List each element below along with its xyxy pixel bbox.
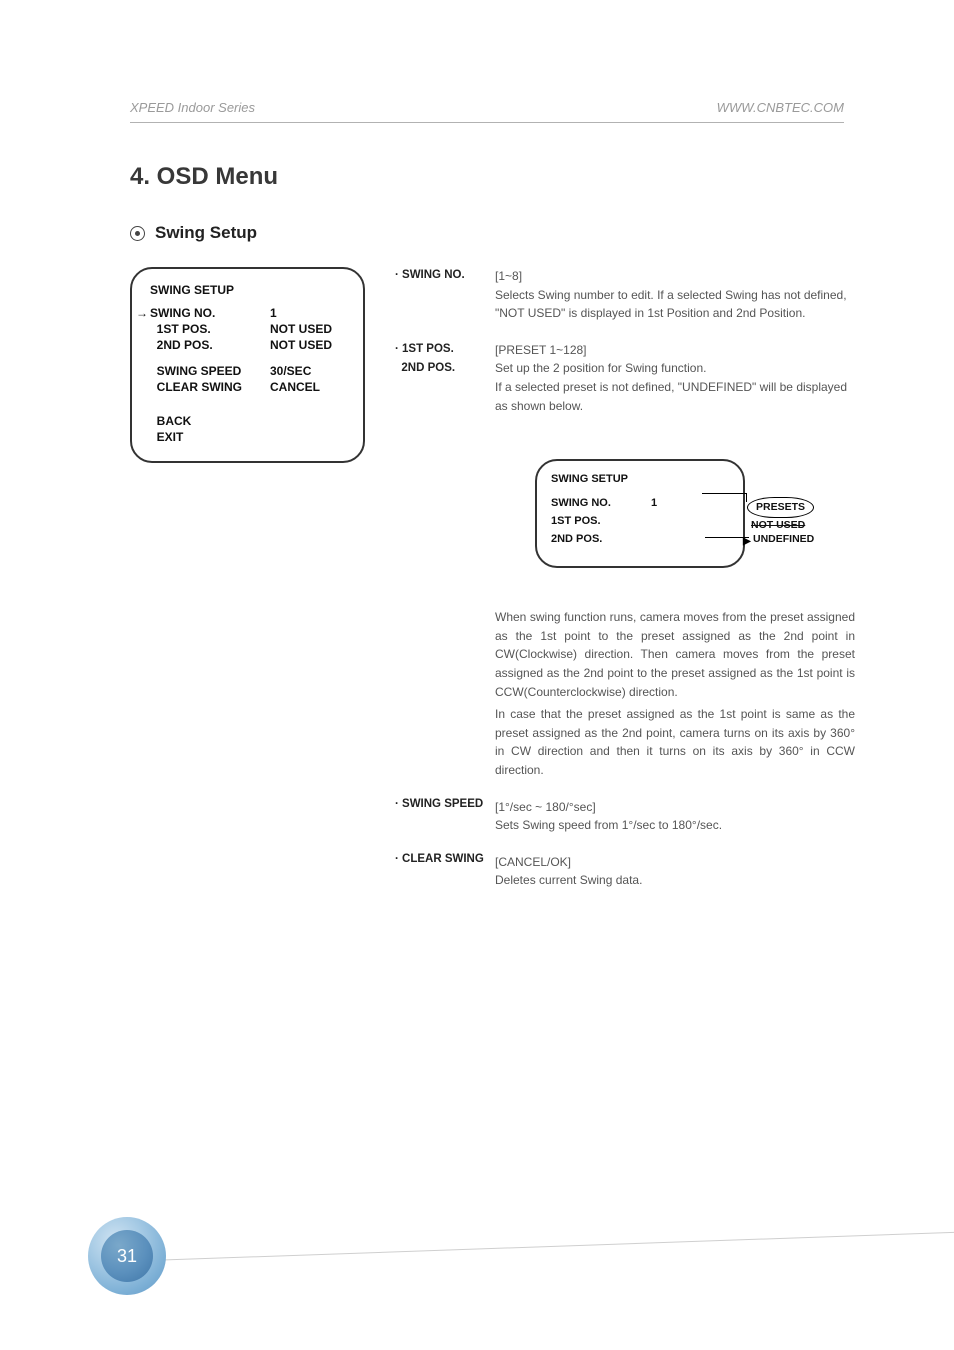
osd-row: 1ST POS. NOT USED	[150, 321, 345, 337]
osd-label: SWING NO.	[551, 495, 651, 512]
osd-value: 1	[651, 495, 657, 512]
osd-label: 1ST POS.	[150, 322, 270, 336]
osd-label: EXIT	[150, 430, 270, 444]
param-text: Selects Swing number to edit. If a selec…	[495, 288, 847, 321]
subsection-text: Swing Setup	[155, 223, 257, 243]
osd-row: BACK	[150, 413, 345, 429]
osd-box-swing-setup: SWING SETUP → SWING NO. 1 1ST POS. NOT U…	[130, 267, 365, 463]
osd-value: NOT USED	[270, 338, 332, 352]
header-rule	[130, 122, 844, 123]
param-text: If a selected preset is not defined, "UN…	[495, 380, 847, 413]
diagram-cell: SWING SETUP SWING NO.1 1ST POS. 2ND POS.…	[495, 421, 855, 779]
osd-value: 1	[270, 306, 277, 320]
osd-label: BACK	[150, 414, 270, 428]
osd-screenshot-col: SWING SETUP → SWING NO. 1 1ST POS. NOT U…	[130, 267, 365, 463]
osd-value: 30/SEC	[270, 364, 311, 378]
osd-label: CLEAR SWING	[150, 380, 270, 394]
osd-title: SWING SETUP	[150, 283, 345, 297]
header-right: WWW.CNBTEC.COM	[717, 100, 844, 115]
param-swing-no: · SWING NO. [1~8] Selects Swing number t…	[395, 267, 855, 323]
osd-value: NOT USED	[270, 322, 332, 336]
osd-row: → SWING NO. 1	[150, 305, 345, 321]
param-text: When swing function runs, camera moves f…	[495, 608, 855, 701]
arrow-right-icon: ▶	[743, 534, 751, 550]
param-text: Sets Swing speed from 1°/sec to 180°/sec…	[495, 818, 722, 832]
diagram-row: SWING SETUP SWING NO.1 1ST POS. 2ND POS.…	[395, 421, 855, 779]
osd-arrow-icon: →	[136, 306, 148, 320]
param-label: · CLEAR SWING	[395, 853, 495, 890]
param-label-line: 2ND POS.	[395, 358, 495, 377]
param-label-line: · 1ST POS.	[395, 341, 495, 358]
description-col: · SWING NO. [1~8] Selects Swing number t…	[395, 267, 855, 890]
page-header: XPEED Indoor Series WWW.CNBTEC.COM	[130, 100, 844, 122]
callout-line	[702, 493, 746, 494]
osd-row: EXIT	[150, 429, 345, 445]
param-label: · SWING NO.	[395, 267, 495, 323]
callout-undefined: UNDEFINED	[753, 531, 814, 547]
param-clear-swing: · CLEAR SWING [CANCEL/OK] Deletes curren…	[395, 853, 855, 890]
callout-presets: PRESETS	[747, 497, 814, 518]
osd-row: SWING SPEED 30/SEC	[150, 363, 345, 379]
param-range: [CANCEL/OK]	[495, 855, 571, 869]
osd-row: CLEAR SWING CANCEL	[150, 379, 345, 395]
osd-label: 2ND POS.	[150, 338, 270, 352]
osd-label: SWING SPEED	[150, 364, 270, 378]
osd-label: SWING NO.	[150, 306, 270, 320]
osd-title: SWING SETUP	[551, 471, 729, 488]
subsection-heading: Swing Setup	[130, 223, 844, 243]
param-desc: [1°/sec ~ 180/°sec] Sets Swing speed fro…	[495, 798, 855, 835]
osd-label: 1ST POS.	[551, 513, 651, 530]
osd-row: 2ND POS. NOT USED	[150, 337, 345, 353]
param-text: In case that the preset assigned as the …	[495, 705, 855, 779]
param-text: Deletes current Swing data.	[495, 873, 642, 887]
param-desc: [CANCEL/OK] Deletes current Swing data.	[495, 853, 855, 890]
callout-line	[746, 493, 747, 502]
param-desc: [1~8] Selects Swing number to edit. If a…	[495, 267, 855, 323]
page-footer: 31	[0, 1230, 954, 1350]
spacer	[395, 421, 495, 779]
page-number: 31	[101, 1230, 153, 1282]
param-swing-speed: · SWING SPEED [1°/sec ~ 180/°sec] Sets S…	[395, 798, 855, 835]
content-row: SWING SETUP → SWING NO. 1 1ST POS. NOT U…	[130, 267, 844, 890]
bullet-icon	[130, 226, 145, 241]
osd-value: CANCEL	[270, 380, 320, 394]
section-title: 4. OSD Menu	[130, 163, 844, 191]
page-number-badge: 31	[88, 1217, 166, 1295]
param-label: · 1ST POS. 2ND POS.	[395, 341, 495, 415]
page: XPEED Indoor Series WWW.CNBTEC.COM 4. OS…	[0, 0, 954, 1350]
param-label: · SWING SPEED	[395, 798, 495, 835]
param-range: [1°/sec ~ 180/°sec]	[495, 800, 596, 814]
param-text: Set up the 2 position for Swing function…	[495, 361, 706, 375]
osd-diagram: SWING SETUP SWING NO.1 1ST POS. 2ND POS.…	[535, 441, 835, 586]
param-pos: · 1ST POS. 2ND POS. [PRESET 1~128] Set u…	[395, 341, 855, 415]
header-left: XPEED Indoor Series	[130, 100, 255, 115]
footer-rule	[120, 1232, 954, 1262]
param-range: [1~8]	[495, 269, 522, 283]
param-range: [PRESET 1~128]	[495, 343, 587, 357]
osd-box-mini: SWING SETUP SWING NO.1 1ST POS. 2ND POS.	[535, 459, 745, 568]
osd-label: 2ND POS.	[551, 531, 651, 548]
param-desc: [PRESET 1~128] Set up the 2 position for…	[495, 341, 855, 415]
